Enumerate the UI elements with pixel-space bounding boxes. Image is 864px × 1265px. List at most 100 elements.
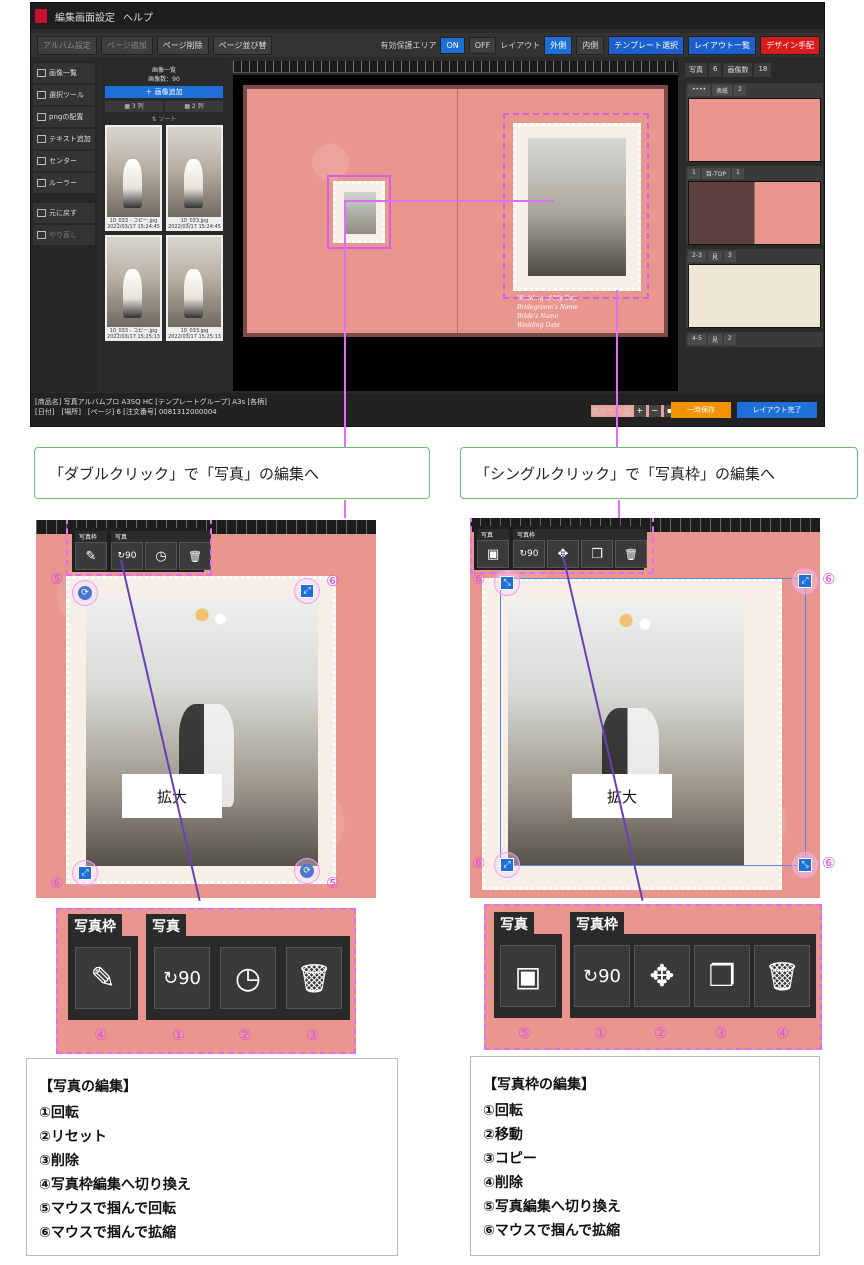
page-add-button[interactable]: ページ追加: [100, 35, 153, 55]
sort-button[interactable]: ⇅ ソート: [101, 114, 227, 123]
tool-undo[interactable]: 元に戻す: [33, 203, 95, 223]
delete-button[interactable]: 🗑: [286, 947, 342, 1009]
zoom-out-button[interactable]: −: [648, 405, 661, 417]
scale-handle-bl[interactable]: ⤢: [494, 852, 520, 878]
delete-button[interactable]: 🗑: [754, 945, 810, 1007]
trash-icon: 🗑: [764, 959, 800, 993]
resize-handle-icon: ⤡: [500, 576, 514, 590]
scale-handle-tl[interactable]: ⤡: [494, 570, 520, 596]
spread-fold: [457, 89, 458, 333]
page-row-cover[interactable]: •••• 表紙 2: [686, 83, 823, 162]
three-column-button[interactable]: ▦ 3 列: [105, 101, 163, 112]
scale-handle-bottom[interactable]: ⤢: [72, 860, 98, 886]
menu-help[interactable]: ヘルプ: [123, 9, 153, 24]
page-thumb[interactable]: [688, 181, 821, 245]
scale-handle-tr[interactable]: ⤢: [792, 568, 818, 594]
rotate-handle-top[interactable]: ⟳: [72, 580, 98, 606]
editing-canvas[interactable]: Wedding of My Day Bridegroom's Name Brid…: [233, 75, 678, 391]
num-1: ①: [172, 1026, 186, 1044]
design-notes-button[interactable]: デザイン手配: [760, 35, 820, 55]
frame-edit-switch-button[interactable]: ✎: [75, 947, 131, 1009]
reset-button[interactable]: ◷: [220, 947, 276, 1009]
layout-label: レイアウト: [500, 40, 541, 50]
num-2: ②: [654, 1024, 668, 1042]
legend-item: ⑤マウスで掴んで回転: [39, 1201, 177, 1217]
page-row-2-3[interactable]: 2-3 見 3: [686, 249, 823, 328]
two-column-button[interactable]: ▦ 2 列: [165, 101, 223, 112]
scale-handle-br[interactable]: ⤡: [792, 852, 818, 878]
zoom-in-button[interactable]: +: [633, 405, 646, 417]
ruler-icon: [37, 179, 46, 187]
spread-caption: Wedding of My Day Bridegroom's Name Brid…: [517, 295, 578, 329]
rotate-handle-bottom[interactable]: ⟳: [294, 858, 320, 884]
page-reorder-button[interactable]: ページ並び替: [212, 35, 273, 55]
scale-handle-top[interactable]: ⤢: [294, 578, 320, 604]
page-row-1[interactable]: 1 目-TOP 1: [686, 166, 823, 245]
rotate-handle-icon: ⟳: [78, 586, 92, 600]
image-list-panel: 画像一覧 画像数：90 ＋ 画像追加 ▦ 3 列 ▦ 2 列 ⇅ ソート 10_0…: [101, 61, 227, 391]
layout-list-button[interactable]: レイアウト一覧: [688, 35, 756, 55]
redo-icon: [37, 231, 46, 239]
tool-add-text[interactable]: テキスト追加: [33, 129, 95, 149]
page-thumb[interactable]: [688, 98, 821, 162]
tab-photos-count: 6: [709, 63, 722, 77]
crosshair-icon: [37, 157, 46, 165]
num-1: ①: [594, 1024, 608, 1042]
safe-area-on-button[interactable]: ON: [440, 36, 465, 54]
image-thumb[interactable]: 10_033.jpg 2022/03/17 15:24:45: [166, 125, 223, 231]
image-count: 画像数：90: [148, 76, 180, 83]
rotate-button[interactable]: ↻90: [574, 945, 630, 1007]
callout-line-left-lower: [344, 500, 346, 518]
detail-group-photo: 写真 ↻90 ◷ 🗑: [146, 914, 350, 1020]
page-row-4-5[interactable]: 4-5 見 2: [686, 332, 823, 347]
legend-item: ③削除: [39, 1153, 79, 1169]
tool-ruler[interactable]: ルーラー: [33, 173, 95, 193]
num-2: ②: [238, 1026, 252, 1044]
save-button[interactable]: 一時保存: [671, 402, 731, 418]
tool-select[interactable]: 選択ツール: [33, 85, 95, 105]
instruction-single-click: 「シングルクリック」で「写真枠」の編集へ: [460, 447, 858, 499]
frame-selection-box: [500, 578, 806, 866]
photo-edit-switch-button[interactable]: ▣: [500, 945, 556, 1007]
template-select-button[interactable]: テンプレート選択: [608, 35, 684, 55]
album-settings-button[interactable]: アルバム設定: [37, 35, 97, 55]
tool-png-place[interactable]: pngの配置: [33, 107, 95, 127]
app-logo-icon: [35, 9, 47, 23]
rotate-button[interactable]: ↻90: [154, 947, 210, 1009]
safe-area-off-button[interactable]: OFF: [468, 36, 497, 54]
edit-frame-icon: ✎: [90, 960, 116, 996]
page-delete-button[interactable]: ページ削除: [156, 35, 209, 55]
layout-inner-button[interactable]: 内側: [576, 35, 605, 55]
main-toolbar: アルバム設定 ページ追加 ページ削除 ページ並び替 有効保護エリア ON OFF…: [31, 33, 824, 57]
status-line-1: [商品名] 写真アルバムプロ A3SQ HC [テンプレートグループ] A3s …: [35, 398, 267, 406]
add-image-button[interactable]: ＋ 画像追加: [105, 86, 223, 98]
image-thumb[interactable]: 10_033.jpg 2022/03/17 15:25:13: [166, 235, 223, 341]
legend-photo-edit: 【写真の編集】 ①回転 ②リセット ③削除 ④写真枠編集へ切り換え ⑤マウスで掴…: [26, 1058, 398, 1256]
legend-title: 【写真の編集】: [39, 1079, 137, 1095]
detail-group-frame: 写真枠 ✎: [68, 914, 138, 1020]
tab-images[interactable]: 画像数: [723, 63, 753, 77]
legend-item: ④写真枠編集へ切り換え: [39, 1177, 191, 1193]
trash-icon: 🗑: [296, 961, 332, 995]
page-thumb[interactable]: [688, 264, 821, 328]
rotate-90-icon: ↻90: [583, 965, 621, 987]
menu-settings[interactable]: 編集画面設定: [55, 9, 115, 24]
tool-redo[interactable]: やり直し: [33, 225, 95, 245]
rotate-handle-icon: ⟳: [300, 864, 314, 878]
image-thumb[interactable]: 10_033 - コピー.jpg 2022/03/17 15:25:13: [105, 235, 162, 341]
layout-outer-button[interactable]: 外側: [544, 35, 573, 55]
tab-images-count: 18: [754, 63, 772, 77]
callout-line-mid: [344, 200, 554, 202]
album-spread[interactable]: Wedding of My Day Bridegroom's Name Brid…: [243, 85, 668, 337]
zoom-photo[interactable]: [86, 596, 318, 866]
image-thumb[interactable]: 10_033 - コピー.jpg 2022/03/17 15:24:45: [105, 125, 162, 231]
grid-icon: [37, 69, 46, 77]
tool-image-list[interactable]: 画像一覧: [33, 63, 95, 83]
layout-done-button[interactable]: レイアウト完了: [737, 402, 817, 418]
move-button[interactable]: ✥: [634, 945, 690, 1007]
tab-photos[interactable]: 写真: [685, 63, 707, 77]
selection-highlight-large: [503, 113, 649, 299]
zoom-photo-edit: 写真枠 ✎ 写真 ↻90 ◷ 🗑 ⟳ ⤢ ⤢ ⟳ ⑤ ⑥ ⑥ ⑤ 拡大: [36, 520, 376, 898]
tool-center[interactable]: センター: [33, 151, 95, 171]
copy-button[interactable]: ❐: [694, 945, 750, 1007]
